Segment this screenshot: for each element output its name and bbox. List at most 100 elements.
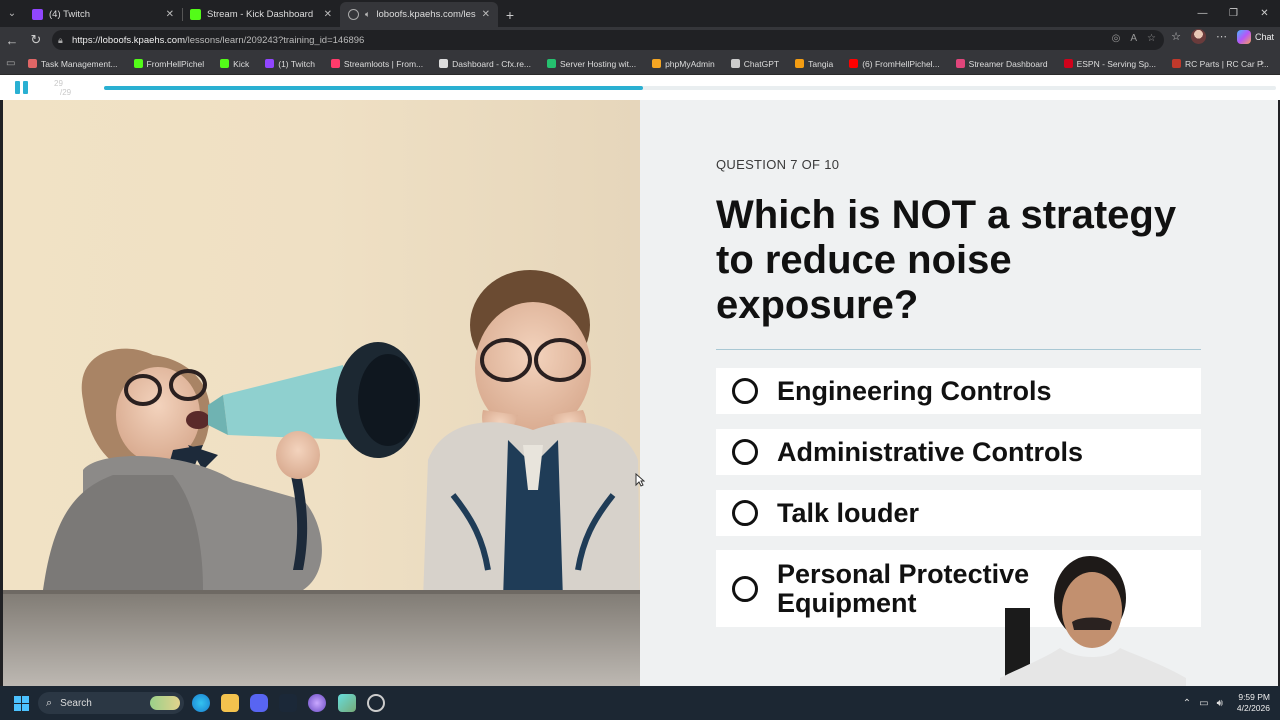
mouse-cursor-icon (635, 473, 645, 487)
windows-taskbar: ⌕ Search ⌃ ▭ 🔊︎ 9:59 PM 4/2/2026 (0, 686, 1280, 720)
bookmark-item[interactable]: Dashboard - Cfx.re... (431, 59, 539, 69)
bookmark-favicon-icon (330, 59, 340, 68)
new-tab-button[interactable]: + (498, 2, 522, 27)
bookmark-favicon-icon (955, 59, 965, 68)
close-tab-icon[interactable]: ✕ (482, 9, 490, 20)
read-aloud-icon[interactable]: A (1130, 33, 1137, 44)
twitch-icon (32, 9, 43, 20)
system-tray: ⌃ ▭ 🔊︎ 9:59 PM 4/2/2026 (1183, 686, 1280, 720)
browser-toolbar: ← ↻ 🔒︎ https://loboofs.kpaehs.com/lesson… (0, 27, 1280, 53)
tracking-prevention-icon[interactable]: ◎ (1112, 33, 1121, 44)
favorites-icon[interactable]: ☆ (1171, 30, 1181, 43)
url-text: https://loboofs.kpaehs.com/lessons/learn… (72, 34, 365, 46)
answer-label: Engineering Controls (777, 375, 1052, 406)
window-controls: — ❐ ✕ (1187, 0, 1280, 27)
bookmark-favicon-icon (265, 59, 275, 68)
chrome-icon[interactable] (367, 694, 385, 712)
reload-icon[interactable]: ↻ (24, 28, 48, 52)
bookmark-favicon-icon (28, 59, 37, 68)
steam-icon[interactable] (279, 694, 297, 712)
progress-track (104, 86, 1276, 90)
bookmark-item[interactable]: Streamloots | From... (323, 59, 431, 69)
obs-icon[interactable] (308, 694, 326, 712)
bookmark-item[interactable]: Task Management... (20, 59, 126, 69)
copilot-button[interactable]: Chat (1236, 29, 1274, 44)
favorite-star-icon[interactable]: ☆ (1147, 33, 1156, 44)
bookmark-favicon-icon (652, 59, 662, 68)
bookmark-favicon-icon (795, 59, 805, 68)
tab-sidebar-icon[interactable]: ▭ (6, 58, 20, 69)
tab-actions-menu-icon[interactable]: ⌄ (0, 0, 24, 27)
windows-start-icon[interactable] (14, 696, 29, 711)
tab-lesson[interactable]: 🔈︎ loboofs.kpaehs.com/lessons/l ✕ (340, 2, 498, 27)
globe-icon (348, 9, 359, 20)
close-window-icon[interactable]: ✕ (1249, 0, 1280, 27)
bookmark-item[interactable]: ESPN - Serving Sp... (1056, 59, 1164, 69)
search-label: Search (60, 697, 92, 709)
network-icon[interactable]: ▭ (1199, 698, 1208, 709)
bookmark-favicon-icon (547, 59, 557, 68)
restore-icon[interactable]: ❐ (1218, 0, 1249, 27)
bookmark-label: Server Hosting wit... (560, 58, 637, 69)
answer-option-administrative-controls[interactable]: Administrative Controls (716, 429, 1201, 475)
lesson-progress-bar: 29 /29 (0, 75, 1280, 100)
bookmark-label: Streamer Dashboard (968, 58, 1048, 69)
bookmark-item[interactable]: (1) Twitch (257, 59, 323, 69)
chevron-right-icon[interactable]: › (1260, 57, 1264, 69)
bookmark-label: ESPN - Serving Sp... (1076, 58, 1156, 69)
radio-button-icon[interactable] (732, 500, 758, 526)
back-icon[interactable]: ← (0, 28, 24, 52)
radio-button-icon[interactable] (732, 439, 758, 465)
lock-icon[interactable]: 🔒︎ (58, 35, 72, 46)
bookmark-label: Kick (233, 58, 250, 69)
close-tab-icon[interactable]: ✕ (166, 9, 174, 20)
edge-icon[interactable] (192, 694, 210, 712)
bookmark-favicon-icon (730, 59, 740, 68)
bookmark-item[interactable]: Server Hosting wit... (539, 59, 644, 69)
bookmark-item[interactable]: Tangia (787, 59, 841, 69)
chevron-up-icon[interactable]: ⌃ (1183, 698, 1191, 709)
divider (716, 349, 1201, 350)
tab-twitch[interactable]: (4) Twitch ✕ (24, 2, 182, 27)
close-tab-icon[interactable]: ✕ (324, 9, 332, 20)
file-explorer-icon[interactable] (221, 694, 239, 712)
question-title: Which is NOT a strategy to reduce noise … (716, 193, 1177, 327)
tab-kick-dashboard[interactable]: Stream - Kick Dashboard ✕ (182, 2, 340, 27)
bookmark-label: Tangia (808, 58, 834, 69)
taskbar-search[interactable]: ⌕ Search (38, 692, 184, 714)
address-bar-icons: ◎ A ☆ (1112, 33, 1156, 44)
bookmark-item[interactable]: Kick (212, 59, 257, 69)
bookmark-favicon-icon (1171, 59, 1181, 68)
bookmark-item[interactable]: phpMyAdmin (644, 59, 723, 69)
slide-counter: 29 /29 (54, 79, 72, 97)
bookmark-label: Dashboard - Cfx.re... (452, 58, 532, 69)
tab-title: loboofs.kpaehs.com/lessons/l (376, 9, 476, 20)
bookmark-favicon-icon (133, 59, 143, 68)
clock[interactable]: 9:59 PM 4/2/2026 (1237, 692, 1270, 714)
bookmark-item[interactable]: ChatGPT (723, 59, 787, 69)
bookmark-label: (1) Twitch (278, 58, 315, 69)
more-menu-icon[interactable]: ⋯ (1216, 30, 1227, 43)
profile-avatar[interactable] (1190, 29, 1206, 44)
discord-icon[interactable] (250, 694, 268, 712)
bookmark-item[interactable]: FromHellPichel (126, 59, 213, 69)
bookmark-label: Streamloots | From... (343, 58, 424, 69)
bookmark-label: RC Parts | RC Car P... (1184, 58, 1269, 69)
minimize-icon[interactable]: — (1187, 0, 1218, 27)
speaker-icon[interactable]: 🔈︎ (365, 9, 370, 20)
radio-button-icon[interactable] (732, 378, 758, 404)
address-bar[interactable]: 🔒︎ https://loboofs.kpaehs.com/lessons/le… (52, 30, 1164, 50)
radio-button-icon[interactable] (732, 575, 758, 602)
pause-icon[interactable] (15, 81, 29, 94)
bookmark-label: phpMyAdmin (665, 58, 715, 69)
answer-option-talk-louder[interactable]: Talk louder (716, 490, 1201, 536)
bookmark-label: (6) FromHellPichel... (862, 58, 940, 69)
answer-option-engineering-controls[interactable]: Engineering Controls (716, 368, 1201, 414)
app-icon[interactable] (338, 694, 356, 712)
bookmark-item[interactable]: Streamer Dashboard (948, 59, 1056, 69)
answer-label: Administrative Controls (777, 436, 1084, 467)
bookmark-item[interactable]: (6) FromHellPichel... (841, 59, 947, 69)
bookmarks-bar: ▭ Task Management... FromHellPichel Kick (1… (0, 53, 1280, 75)
bookmark-label: Task Management... (41, 58, 118, 69)
volume-icon[interactable]: 🔊︎ (1217, 698, 1223, 709)
